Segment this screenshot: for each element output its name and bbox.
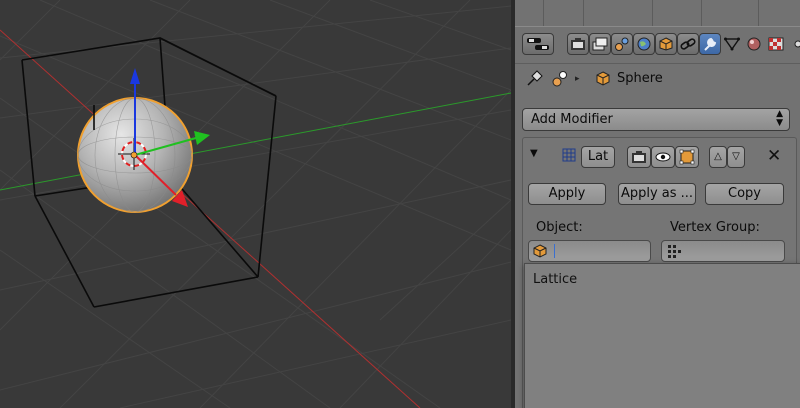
modifier-name-field[interactable]: Lat <box>581 146 615 168</box>
move-down-icon: ▽ <box>732 151 740 162</box>
pin-icon <box>527 70 543 86</box>
close-icon: ✕ <box>767 146 782 166</box>
object-label: Object: <box>536 220 583 235</box>
render-icon <box>571 38 585 50</box>
object-field[interactable] <box>528 240 651 262</box>
tab-texture[interactable] <box>765 33 787 55</box>
breadcrumb-scene[interactable] <box>551 67 569 91</box>
tab-modifiers[interactable] <box>699 33 721 55</box>
lattice-modifier-icon <box>561 147 577 167</box>
material-icon <box>747 37 761 51</box>
tab-scene[interactable] <box>611 33 633 55</box>
vertex-group-field[interactable] <box>661 240 785 262</box>
object-icon <box>533 244 547 258</box>
breadcrumb-separator-icon: ▸ <box>575 74 580 84</box>
editmode-icon <box>679 149 695 165</box>
object-icon <box>659 37 673 51</box>
scene-icon <box>615 37 629 51</box>
apply-button[interactable]: Apply <box>528 183 606 205</box>
3d-viewport[interactable] <box>0 0 511 408</box>
camera-icon <box>632 151 646 163</box>
scene-icon <box>552 71 567 87</box>
properties-header <box>515 26 800 64</box>
tab-render[interactable] <box>567 33 589 55</box>
vertex-group-label: Vertex Group: <box>670 220 760 235</box>
breadcrumb-object-icon <box>595 67 611 91</box>
tab-object[interactable] <box>655 33 677 55</box>
text-cursor <box>554 244 555 258</box>
remove-modifier-button[interactable]: ✕ <box>767 146 781 166</box>
tab-constraints[interactable] <box>677 33 699 55</box>
object-data-icon <box>724 37 740 51</box>
particles-icon <box>794 40 800 48</box>
modifier-header: ▼ Lat △ ▽ ✕ <box>523 138 796 176</box>
properties-panel: ▸ Sphere Add Modifier ▲ ▼ ▼ Lat △ ▽ ✕ Ap… <box>515 0 800 408</box>
show-editmode-button[interactable] <box>675 146 699 168</box>
vertex-group-icon <box>668 245 681 258</box>
move-down-button[interactable]: ▽ <box>727 146 745 168</box>
collapse-triangle-icon[interactable]: ▼ <box>530 148 538 159</box>
z-arrow-icon[interactable] <box>130 68 140 84</box>
tab-particles[interactable] <box>787 33 800 55</box>
tab-object-data[interactable] <box>721 33 743 55</box>
world-icon <box>637 37 651 51</box>
tab-world[interactable] <box>633 33 655 55</box>
pin-button[interactable] <box>525 67 543 91</box>
move-up-icon: △ <box>714 151 722 162</box>
show-viewport-button[interactable] <box>651 146 675 168</box>
copy-button[interactable]: Copy <box>705 183 784 205</box>
upper-panel-strip <box>515 0 800 26</box>
modifiers-icon <box>704 37 717 51</box>
eye-icon <box>655 152 671 162</box>
tab-material[interactable] <box>743 33 765 55</box>
add-modifier-menu[interactable]: Add Modifier ▲ ▼ <box>522 108 790 131</box>
properties-editor-icon <box>527 38 549 50</box>
move-up-button[interactable]: △ <box>709 146 727 168</box>
updown-arrows-icon: ▲ ▼ <box>776 109 783 128</box>
breadcrumb-object-name: Sphere <box>617 71 663 86</box>
apply-as-button[interactable]: Apply as ... <box>618 183 696 205</box>
dropdown-item-lattice[interactable]: Lattice <box>533 272 577 287</box>
grid <box>0 0 511 408</box>
tab-render-layers[interactable] <box>589 33 611 55</box>
show-render-button[interactable] <box>627 146 651 168</box>
object-icon <box>596 71 610 86</box>
x-axis-line <box>0 29 421 408</box>
object-search-dropdown: Lattice <box>524 263 800 408</box>
editor-type-button[interactable] <box>522 33 554 55</box>
texture-icon <box>768 37 784 51</box>
add-modifier-label: Add Modifier <box>531 112 613 127</box>
render-layers-icon <box>592 37 608 51</box>
constraints-icon <box>680 38 696 50</box>
y-arrow-icon[interactable] <box>194 131 210 145</box>
viewport-canvas[interactable] <box>0 0 511 408</box>
